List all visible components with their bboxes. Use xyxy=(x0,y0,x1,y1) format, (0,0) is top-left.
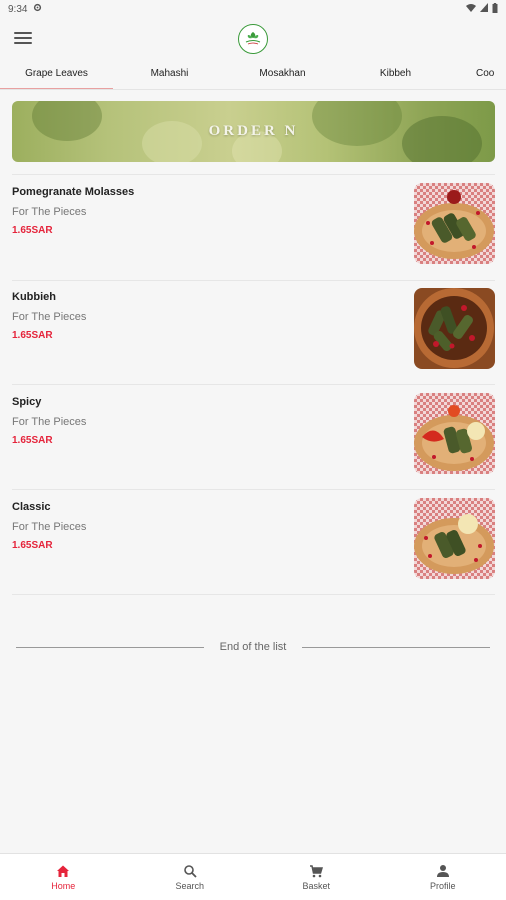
category-tabs: Grape Leaves Mahashi Mosakhan Kibbeh Coo xyxy=(0,60,506,90)
product-item[interactable]: Kubbieh For The Pieces 1.65SAR xyxy=(0,281,506,385)
tab-grape-leaves[interactable]: Grape Leaves xyxy=(0,60,113,89)
end-line-right xyxy=(302,646,490,648)
tab-mahashi[interactable]: Mahashi xyxy=(113,60,226,89)
cart-icon xyxy=(310,864,324,877)
nav-search[interactable]: Search xyxy=(127,854,254,900)
product-image[interactable] xyxy=(414,288,495,369)
bottom-navigation: Home Search Basket Profile xyxy=(0,853,506,900)
product-item[interactable]: Classic For The Pieces 1.65SAR xyxy=(0,491,506,595)
end-of-list: End of the list xyxy=(16,638,490,656)
end-of-list-text: End of the list xyxy=(219,641,287,653)
settings-gear-icon xyxy=(33,3,42,15)
tab-coo[interactable]: Coo xyxy=(452,60,506,89)
nav-search-label: Search xyxy=(175,880,205,891)
product-item[interactable]: Pomegranate Molasses For The Pieces 1.65… xyxy=(0,176,506,280)
app-bar xyxy=(0,18,506,60)
product-name: Pomegranate Molasses xyxy=(12,186,135,198)
nav-basket-label: Basket xyxy=(302,880,330,891)
product-image[interactable] xyxy=(414,393,495,474)
product-price: 1.65SAR xyxy=(12,330,53,341)
product-subtitle: For The Pieces xyxy=(12,416,87,428)
divider xyxy=(12,594,495,595)
status-time: 9:34 xyxy=(8,3,28,15)
divider xyxy=(12,489,495,490)
status-bar: 9:34 xyxy=(0,0,506,18)
brand-logo xyxy=(238,24,268,54)
battery-icon xyxy=(492,2,498,16)
product-item[interactable]: Spicy For The Pieces 1.65SAR xyxy=(0,386,506,490)
nav-profile-label: Profile xyxy=(429,880,456,891)
nav-basket[interactable]: Basket xyxy=(253,854,380,900)
banner-title: ORDER N xyxy=(208,123,299,139)
divider xyxy=(12,384,495,385)
product-name: Spicy xyxy=(12,396,42,408)
product-price: 1.65SAR xyxy=(12,540,53,551)
divider xyxy=(12,174,495,175)
end-line-left xyxy=(16,646,204,648)
nav-profile[interactable]: Profile xyxy=(380,854,506,900)
nav-home-label: Home xyxy=(51,880,76,891)
product-image[interactable] xyxy=(414,183,495,264)
tab-kibbeh[interactable]: Kibbeh xyxy=(339,60,452,89)
tab-mosakhan[interactable]: Mosakhan xyxy=(226,60,339,89)
wifi-icon xyxy=(466,3,476,15)
person-icon xyxy=(436,864,449,877)
promo-banner[interactable]: ORDER N xyxy=(12,101,495,162)
nav-home[interactable]: Home xyxy=(0,854,127,900)
product-image[interactable] xyxy=(414,498,495,579)
product-subtitle: For The Pieces xyxy=(12,311,87,323)
product-price: 1.65SAR xyxy=(12,225,53,236)
product-price: 1.65SAR xyxy=(12,435,53,446)
product-subtitle: For The Pieces xyxy=(12,521,87,533)
product-subtitle: For The Pieces xyxy=(12,206,87,218)
product-name: Kubbieh xyxy=(12,291,56,303)
home-icon xyxy=(57,865,70,877)
signal-icon xyxy=(480,3,488,15)
menu-icon[interactable] xyxy=(14,30,32,46)
product-name: Classic xyxy=(12,501,51,513)
search-icon xyxy=(183,864,197,878)
